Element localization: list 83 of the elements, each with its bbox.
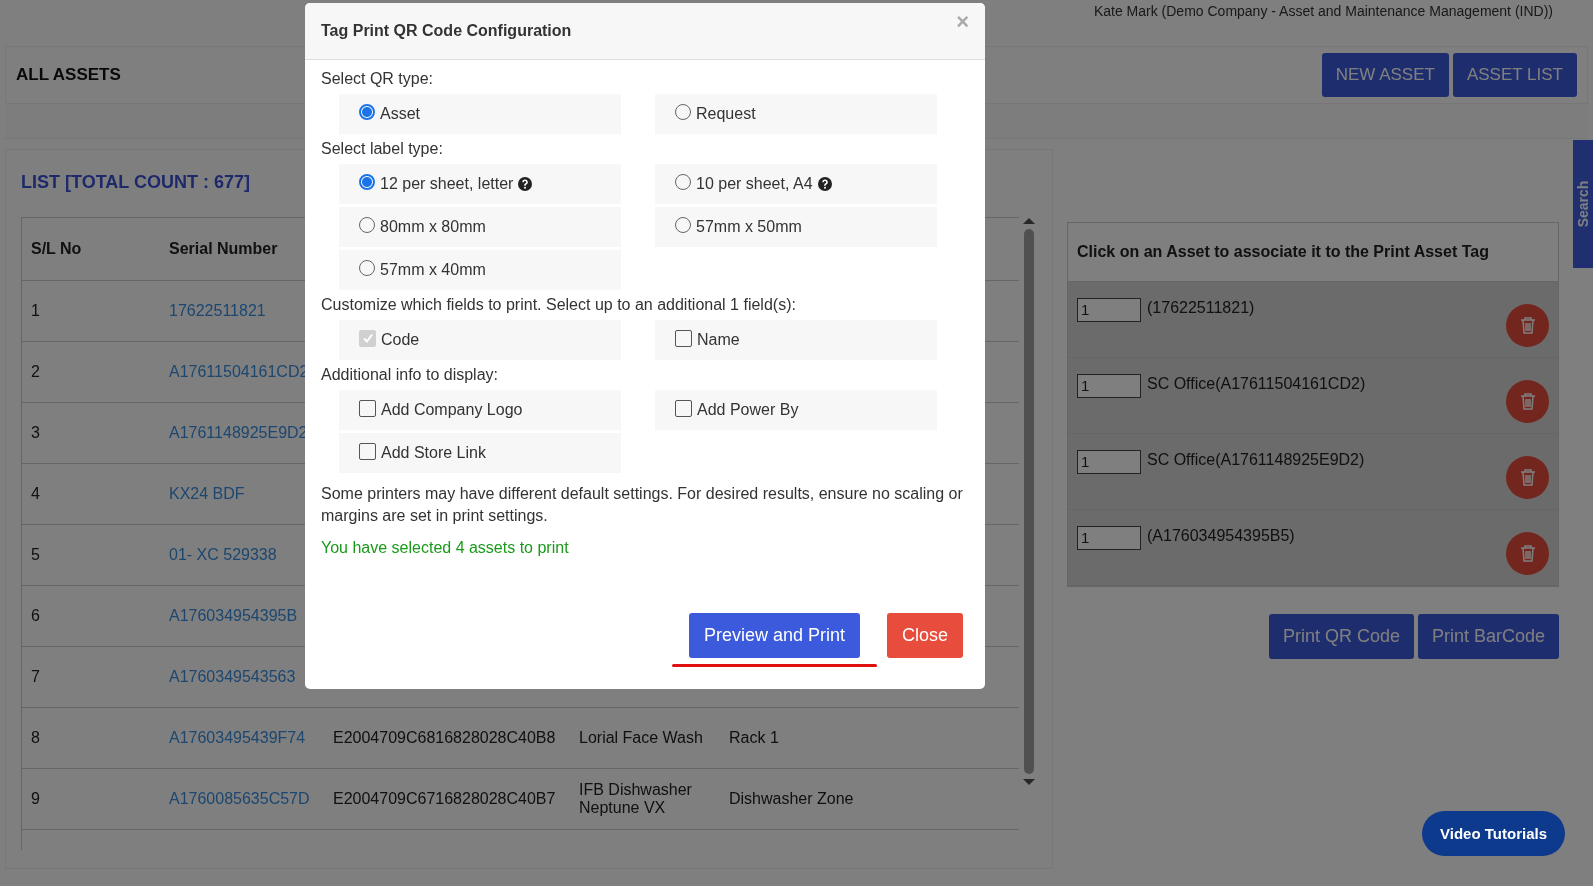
checkbox[interactable] bbox=[359, 399, 376, 417]
radio-button[interactable] bbox=[359, 174, 375, 190]
help-icon[interactable] bbox=[518, 177, 533, 191]
option-card[interactable]: 12 per sheet, letter bbox=[339, 164, 621, 204]
asset-label: (17622511821) bbox=[1147, 298, 1256, 317]
option-card[interactable]: Name bbox=[655, 320, 937, 360]
section-label: Additional info to display: bbox=[321, 366, 499, 384]
trash-icon bbox=[1519, 393, 1536, 410]
option-label: Asset bbox=[380, 105, 420, 123]
table-cell-text: 5 bbox=[30, 546, 41, 564]
option-label: Add Company Logo bbox=[381, 401, 523, 419]
table-cell-text: E2004709C6716828028C40B7 bbox=[333, 790, 557, 808]
section-label: Select QR type: bbox=[321, 70, 435, 88]
print-button[interactable]: Print BarCode bbox=[1417, 614, 1559, 659]
table-cell-text: 9 bbox=[30, 790, 41, 808]
option-label: Code bbox=[381, 331, 420, 349]
print-note: Some printers may have different default settings. For desired results, ensure no scaling or margins are set in print settings. bbox=[321, 484, 964, 526]
option-label: Request bbox=[696, 105, 756, 123]
serial-link[interactable]: A17603495439F74 bbox=[169, 729, 333, 747]
column-header: Serial Number bbox=[169, 240, 279, 258]
option-label: Add Store Link bbox=[381, 444, 486, 462]
option-label: Name bbox=[697, 331, 740, 349]
section-label: Select label type: bbox=[321, 140, 444, 158]
table-cell-text: 1 bbox=[30, 302, 41, 320]
option-card[interactable]: 57mm x 40mm bbox=[339, 250, 621, 290]
asset-label: SC Office(A17611504161CD2) bbox=[1147, 374, 1367, 393]
nav-button[interactable]: NEW ASSET bbox=[1321, 53, 1449, 97]
table-cell-text: Lorial Face Wash bbox=[579, 729, 704, 747]
search-tab[interactable]: Search bbox=[1573, 140, 1593, 268]
checkbox[interactable] bbox=[675, 329, 692, 347]
option-card[interactable]: 57mm x 50mm bbox=[655, 207, 937, 247]
option-label: 57mm x 50mm bbox=[696, 218, 802, 236]
quantity-field[interactable]: 1 bbox=[1077, 526, 1141, 550]
option-card[interactable]: Add Store Link bbox=[339, 433, 621, 473]
quantity-field[interactable]: 1 bbox=[1077, 450, 1141, 474]
option-card[interactable]: Request bbox=[655, 94, 937, 134]
column-header: S/L No bbox=[30, 240, 83, 258]
option-card[interactable]: Add Company Logo bbox=[339, 390, 621, 430]
scroll-up-icon[interactable] bbox=[1022, 217, 1037, 225]
serial-link[interactable]: A1760085635C57D bbox=[169, 790, 333, 808]
option-card[interactable]: 10 per sheet, A4 bbox=[655, 164, 937, 204]
help-icon[interactable] bbox=[817, 177, 832, 191]
option-card[interactable]: Asset bbox=[339, 94, 621, 134]
table-cell-text: Dishwasher Zone bbox=[729, 790, 855, 808]
page-title: ALL ASSETS bbox=[16, 65, 121, 85]
asset-label: SC Office(A1761148925E9D2) bbox=[1147, 450, 1366, 469]
panel-title: Click on an Asset to associate it to the Print Asset Tag bbox=[1068, 223, 1558, 282]
table-cell-text: 8 bbox=[30, 729, 41, 747]
scroll-down-icon[interactable] bbox=[1022, 778, 1037, 786]
option-label: 57mm x 40mm bbox=[380, 261, 486, 279]
table-cell-text: 4 bbox=[30, 485, 41, 503]
radio-button[interactable] bbox=[359, 104, 375, 120]
table-cell-text: Rack 1 bbox=[729, 729, 780, 747]
table-cell-text: 6 bbox=[30, 607, 41, 625]
checkbox[interactable] bbox=[359, 442, 376, 460]
option-label: 80mm x 80mm bbox=[380, 218, 486, 236]
selection-status: You have selected 4 assets to print bbox=[321, 539, 570, 557]
quantity-field[interactable]: 1 bbox=[1077, 374, 1141, 398]
dialog-button[interactable]: Preview and Print bbox=[688, 613, 860, 658]
option-card[interactable]: 80mm x 80mm bbox=[339, 207, 621, 247]
section-label: Customize which fields to print. Select up to an additional 1 field(s): bbox=[321, 296, 797, 314]
table-cell-text: 7 bbox=[30, 668, 41, 686]
print-button[interactable]: Print QR Code bbox=[1268, 614, 1414, 659]
dialog-title: Tag Print QR Code Configuration bbox=[321, 22, 572, 40]
option-label: 10 per sheet, A4 bbox=[696, 175, 813, 193]
checkbox[interactable] bbox=[675, 399, 692, 417]
table-cell-text: 2 bbox=[30, 363, 41, 381]
table-cell-text: 3 bbox=[30, 424, 41, 442]
table-cell-text: IFB Dishwasher Neptune VX bbox=[579, 781, 693, 817]
dialog-button[interactable]: Close bbox=[886, 613, 963, 658]
option-card[interactable]: Add Power By bbox=[655, 390, 937, 430]
table-cell-text: E2004709C6816828028C40B8 bbox=[333, 729, 557, 747]
option-label: 12 per sheet, letter bbox=[380, 175, 514, 193]
video-tutorials-button[interactable]: Video Tutorials bbox=[1422, 811, 1565, 856]
trash-icon bbox=[1519, 469, 1536, 486]
asset-label: (A176034954395B5) bbox=[1147, 526, 1296, 545]
quantity-field[interactable]: 1 bbox=[1077, 298, 1141, 322]
nav-button[interactable]: ASSET LIST bbox=[1452, 53, 1577, 97]
trash-icon bbox=[1519, 317, 1536, 334]
option-label: Add Power By bbox=[697, 401, 799, 419]
trash-icon bbox=[1519, 545, 1536, 562]
user-name[interactable]: Kate Mark (Demo Company - Asset and Maintenance Management (IND)) bbox=[1093, 3, 1553, 19]
list-title: LIST [TOTAL COUNT : 677] bbox=[21, 172, 250, 193]
